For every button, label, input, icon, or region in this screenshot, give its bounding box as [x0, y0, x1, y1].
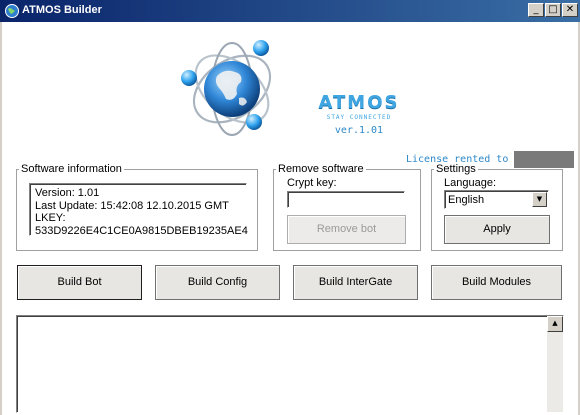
build-bot-button[interactable]: Build Bot — [17, 265, 142, 300]
software-information-legend: Software information — [21, 163, 122, 175]
window-title: ATMOS Builder — [22, 4, 102, 16]
settings-legend: Settings — [436, 163, 476, 175]
remove-bot-button[interactable]: Remove bot — [287, 215, 406, 244]
language-selected-value: English — [448, 194, 485, 206]
build-modules-button[interactable]: Build Modules — [431, 265, 562, 300]
minimize-button[interactable]: _ — [528, 3, 544, 17]
software-information-box: Version: 1.01 Last Update: 15:42:08 12.1… — [29, 183, 248, 237]
globe-orbit-logo — [181, 40, 272, 136]
software-last-update-line: Last Update: 15:42:08 12.10.2015 GMT — [35, 199, 229, 212]
build-intergate-button[interactable]: Build InterGate — [293, 265, 418, 300]
vertical-scrollbar[interactable]: ▲ — [547, 316, 563, 412]
maximize-button[interactable]: □ — [545, 3, 561, 17]
remove-software-legend: Remove software — [278, 163, 364, 175]
title-bar[interactable]: ATMOS Builder _ □ ✕ — [0, 0, 580, 22]
globe-icon — [5, 4, 19, 18]
log-output-area[interactable]: ▲ — [16, 315, 564, 413]
brand-tagline: STAY CONNECTED — [326, 114, 392, 121]
brand-block: ATMOS STAY CONNECTED ver.1.01 — [314, 92, 404, 136]
language-select[interactable]: English ▼ — [444, 190, 549, 209]
crypt-key-label: Crypt key: — [287, 177, 337, 189]
build-config-button[interactable]: Build Config — [155, 265, 280, 300]
apply-button[interactable]: Apply — [444, 215, 550, 244]
brand-name: ATMOS — [318, 92, 400, 113]
chevron-down-icon[interactable]: ▼ — [532, 192, 547, 207]
crypt-key-input[interactable] — [287, 191, 405, 208]
close-button[interactable]: ✕ — [562, 3, 578, 17]
window-client-area: ATMOS STAY CONNECTED ver.1.01 License re… — [0, 22, 580, 415]
brand-version: ver.1.01 — [334, 125, 384, 136]
arrow-up-icon[interactable]: ▲ — [547, 316, 563, 332]
software-lkey-line: LKEY: 533D9226E4C1CE0A9815DBEB19235AE4 — [35, 212, 248, 237]
software-version-line: Version: 1.01 — [35, 187, 100, 199]
language-label: Language: — [444, 177, 496, 189]
